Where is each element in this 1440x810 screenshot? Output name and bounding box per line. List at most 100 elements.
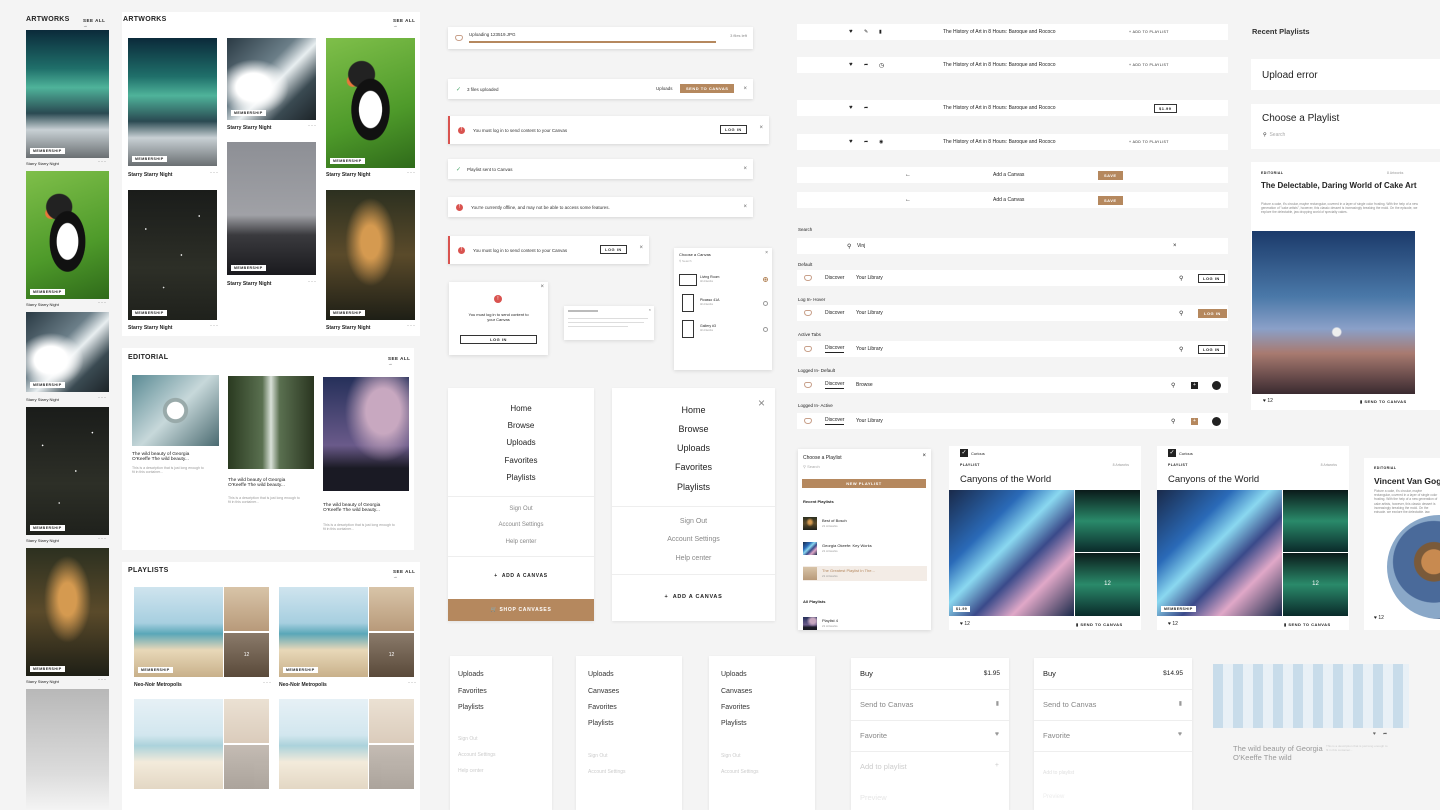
favorite-item[interactable]: Favorite (1043, 731, 1070, 740)
heart-icon[interactable]: ♥ (849, 29, 853, 35)
menu-item-home[interactable]: Home (612, 405, 775, 415)
edit-icon[interactable]: ✎ (864, 29, 868, 35)
playlist-tile[interactable]: MEMBERSHIP 12 (134, 587, 269, 677)
menu-sign-out[interactable]: Sign Out (612, 518, 775, 525)
timer-icon[interactable]: ◷ (879, 62, 884, 69)
dropdown-secondary[interactable]: Sign Out (588, 753, 607, 759)
dropdown-item[interactable]: Playlists (458, 704, 484, 711)
menu-item-playlists[interactable]: Playlists (612, 482, 775, 492)
menu-account-settings[interactable]: Account Settings (448, 522, 594, 528)
avatar[interactable] (1212, 380, 1221, 390)
more-icon[interactable]: ··· (308, 279, 317, 285)
more-icon[interactable]: ··· (408, 680, 417, 686)
editorial-image[interactable] (132, 375, 219, 446)
more-icon[interactable]: ··· (210, 170, 219, 176)
add-to-playlist-link[interactable]: + ADD TO PLAYLIST (1129, 63, 1169, 67)
heart-icon[interactable]: ♥ 12 (1263, 398, 1273, 404)
send-to-canvas-item[interactable]: Send to Canvas (1043, 700, 1096, 709)
uploads-link[interactable]: Uploads (656, 86, 673, 91)
radio-selected[interactable] (763, 277, 768, 282)
more-icon[interactable]: ··· (407, 170, 416, 176)
more-icon[interactable]: ··· (308, 123, 317, 129)
share-icon[interactable]: ➦ (864, 139, 868, 145)
nav-your-library[interactable]: Your Library (856, 275, 883, 281)
editorial-feature-card[interactable]: EDITORIAL 8 Artworks The Delectable, Dar… (1251, 162, 1440, 410)
search-field[interactable]: ⚲ Search (1263, 132, 1285, 138)
heart-icon[interactable]: ♥ (849, 105, 853, 111)
dropdown-item[interactable]: Favorites (458, 688, 487, 695)
app-logo-icon[interactable] (804, 310, 812, 316)
add-to-playlist-link[interactable]: + ADD TO PLAYLIST (1129, 140, 1169, 144)
playlist-card[interactable]: ✓ Curious PLAYLIST 8 Artworks Canyons of… (949, 446, 1141, 630)
artwork-thumb[interactable] (26, 689, 109, 810)
dropdown-item[interactable]: Favorites (721, 704, 750, 711)
menu-item-favorites[interactable]: Favorites (448, 456, 594, 465)
send-to-canvas-link[interactable]: ▮ SEND TO CANVAS (1284, 622, 1331, 627)
add-to-playlist-link[interactable]: + ADD TO PLAYLIST (1129, 30, 1169, 34)
upload-icon[interactable]: + (1191, 381, 1198, 389)
artwork-thumb[interactable]: MEMBERSHIP (227, 142, 316, 275)
nav-discover[interactable]: Discover (825, 417, 845, 425)
save-button[interactable]: SAVE (1098, 170, 1123, 180)
nav-discover[interactable]: Discover (825, 381, 845, 389)
nav-discover[interactable]: Discover (825, 345, 845, 353)
heart-icon[interactable]: ♥ 12 (1374, 615, 1384, 621)
heart-icon[interactable]: ♥ (1373, 731, 1376, 737)
dropdown-secondary[interactable]: Account Settings (458, 752, 496, 758)
canvas-option[interactable]: Picasso 41A All Artworks (679, 294, 769, 314)
app-logo-icon[interactable] (804, 275, 812, 281)
log-in-button[interactable]: LOG IN (1198, 344, 1225, 354)
dropdown-item[interactable]: Uploads (721, 671, 747, 678)
menu-item-favorites[interactable]: Favorites (612, 462, 775, 472)
nav-discover[interactable]: Discover (825, 275, 844, 281)
dropdown-item[interactable]: Canvases (721, 688, 752, 695)
see-all-link[interactable]: SEE ALL → (388, 356, 414, 366)
nav-browse[interactable]: Browse (856, 382, 873, 388)
close-icon[interactable]: × (639, 245, 643, 251)
add-canvas-button[interactable]: + ADD A CANVAS (612, 594, 775, 600)
log-in-button[interactable]: LOG IN (720, 125, 747, 134)
menu-sign-out[interactable]: Sign Out (448, 506, 594, 512)
menu-item-uploads[interactable]: Uploads (612, 443, 775, 453)
search-icon[interactable]: ⚲ (1179, 310, 1183, 317)
artwork-thumb[interactable]: MEMBERSHIP (326, 190, 415, 320)
log-in-button[interactable]: LOG IN (600, 245, 627, 254)
menu-item-home[interactable]: Home (448, 404, 594, 413)
close-icon[interactable]: × (743, 204, 747, 210)
playlist-tile[interactable] (279, 699, 414, 789)
more-icon[interactable]: ··· (98, 536, 107, 542)
more-icon[interactable]: ··· (98, 300, 107, 306)
artwork-thumb[interactable]: MEMBERSHIP (26, 312, 109, 392)
share-icon[interactable]: ➦ (864, 62, 868, 68)
heart-icon[interactable]: ♥ (849, 62, 853, 68)
share-icon[interactable]: ➦ (864, 105, 868, 111)
search-icon[interactable]: ⚲ (1171, 382, 1175, 389)
more-icon[interactable]: ··· (98, 395, 107, 401)
editorial-image[interactable] (228, 376, 314, 469)
dropdown-secondary[interactable]: Account Settings (588, 769, 626, 775)
artwork-thumb[interactable]: MEMBERSHIP (26, 407, 109, 535)
see-all-link[interactable]: SEE ALL → (393, 569, 420, 579)
dropdown-item[interactable]: Canvases (588, 688, 619, 695)
nav-discover[interactable]: Discover (825, 310, 844, 316)
more-icon[interactable]: ··· (98, 677, 107, 683)
dropdown-item[interactable]: Uploads (588, 671, 614, 678)
save-button[interactable]: SAVE (1098, 195, 1123, 205)
menu-account-settings[interactable]: Account Settings (612, 536, 775, 543)
close-icon[interactable]: × (743, 166, 747, 172)
menu-item-playlists[interactable]: Playlists (448, 473, 594, 482)
preview-item[interactable]: Preview (860, 793, 887, 802)
search-field[interactable]: ⚲ Search (803, 464, 820, 469)
close-icon[interactable]: × (922, 453, 926, 459)
add-canvas-button[interactable]: + ADD A CANVAS (448, 573, 594, 579)
menu-help-center[interactable]: Help center (448, 539, 594, 545)
menu-item-uploads[interactable]: Uploads (448, 438, 594, 447)
favorite-item[interactable]: Favorite (860, 731, 887, 740)
dropdown-secondary[interactable]: Sign Out (721, 753, 740, 759)
send-to-canvas-link[interactable]: ▮ SEND TO CANVAS (1076, 622, 1123, 627)
playlist-row[interactable]: ♥ ✎ ▮ The History of Art in 8 Hours: Bar… (797, 24, 1228, 40)
search-icon[interactable]: ⚲ (1171, 418, 1175, 425)
close-icon[interactable]: × (649, 307, 651, 312)
send-to-canvas-button[interactable]: SEND TO CANVAS (680, 84, 735, 93)
nav-your-library[interactable]: Your Library (856, 310, 883, 316)
